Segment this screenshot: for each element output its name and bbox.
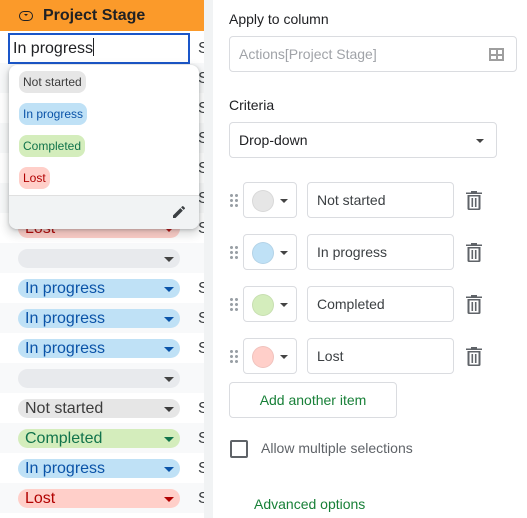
drag-handle-icon[interactable] <box>229 297 239 311</box>
chevron-down-icon <box>280 303 288 307</box>
item-value-input[interactable]: Completed <box>307 286 454 322</box>
sheet-row <box>0 243 204 273</box>
sheet-row: Not started S <box>0 393 204 423</box>
chevron-down-icon <box>164 407 174 412</box>
add-another-item-button[interactable]: Add another item <box>229 382 397 418</box>
apply-to-column-value: Actions[Project Stage] <box>239 46 377 62</box>
data-validation-panel: Apply to column Actions[Project Stage] C… <box>213 0 527 518</box>
chevron-down-icon <box>164 287 174 292</box>
chevron-down-icon <box>476 139 484 143</box>
dropdown-item-row: Not started <box>229 182 527 218</box>
trash-icon[interactable] <box>465 294 483 314</box>
color-swatch <box>252 346 274 368</box>
color-picker-button[interactable] <box>243 182 297 218</box>
apply-to-column-input[interactable]: Actions[Project Stage] <box>229 36 517 72</box>
criteria-select[interactable]: Drop-down <box>229 122 497 158</box>
chip-label: In progress <box>25 310 106 327</box>
chevron-down-icon <box>164 437 174 442</box>
advanced-options-link[interactable]: Advanced options <box>254 496 365 512</box>
dropdown-popup-footer <box>9 195 199 229</box>
dropdown-option[interactable]: Not started <box>19 71 86 93</box>
chevron-down-icon <box>164 467 174 472</box>
item-value-input[interactable]: In progress <box>307 234 454 270</box>
trash-icon[interactable] <box>465 242 483 262</box>
chip-label: Lost <box>25 490 56 507</box>
color-picker-button[interactable] <box>243 234 297 270</box>
chip-label: Not started <box>25 400 104 417</box>
criteria-label: Criteria <box>229 97 275 113</box>
grid-icon[interactable] <box>489 48 504 61</box>
color-picker-button[interactable] <box>243 286 297 322</box>
sheet-row: Completed S <box>0 423 204 453</box>
allow-multiple-checkbox[interactable] <box>230 440 248 458</box>
color-swatch <box>252 294 274 316</box>
sheet-row: In progress S <box>0 273 204 303</box>
sheet-row: In progress S <box>0 303 204 333</box>
dropdown-item-row: Lost <box>229 338 527 374</box>
chip-label: Completed <box>25 430 103 447</box>
pencil-icon[interactable] <box>171 204 187 220</box>
cell-editor-value: In progress <box>13 40 94 57</box>
dropdown-popup: Not started In progress Completed Lost <box>9 65 199 229</box>
dropdown-chip[interactable]: In progress <box>18 309 180 328</box>
dropdown-chip[interactable]: In progress <box>18 339 180 358</box>
chevron-down-icon <box>164 317 174 322</box>
chevron-down-icon <box>280 251 288 255</box>
color-swatch <box>252 242 274 264</box>
dropdown-chip-icon <box>19 10 33 21</box>
drag-handle-icon[interactable] <box>229 349 239 363</box>
chevron-down-icon <box>164 257 174 262</box>
dropdown-chip[interactable]: In progress <box>18 279 180 298</box>
chevron-down-icon <box>164 497 174 502</box>
sheet-row: In progress S <box>0 333 204 363</box>
dropdown-option[interactable]: Completed <box>19 135 86 157</box>
dropdown-chip[interactable]: In progress <box>18 459 180 478</box>
dropdown-chip[interactable]: Not started <box>18 399 180 418</box>
item-value-input[interactable]: Lost <box>307 338 454 374</box>
drag-handle-icon[interactable] <box>229 245 239 259</box>
drag-handle-icon[interactable] <box>229 193 239 207</box>
dropdown-chip[interactable]: Completed <box>18 429 180 448</box>
dropdown-option[interactable]: In progress <box>19 103 88 125</box>
chevron-down-icon <box>164 377 174 382</box>
sheet-row: In progress S <box>0 453 204 483</box>
color-swatch <box>252 190 274 212</box>
panel-divider <box>204 0 213 518</box>
chevron-down-icon <box>280 199 288 203</box>
dropdown-item-row: Completed <box>229 286 527 322</box>
chevron-down-icon <box>280 355 288 359</box>
chip-label: In progress <box>25 340 106 357</box>
dropdown-option[interactable]: Lost <box>19 167 50 189</box>
item-value-input[interactable]: Not started <box>307 182 454 218</box>
spreadsheet-area: Project Stage SSSSSSLostSIn progressSIn … <box>0 0 204 518</box>
chip-label: In progress <box>25 460 106 477</box>
dropdown-chip[interactable] <box>18 249 180 268</box>
trash-icon[interactable] <box>465 346 483 366</box>
criteria-value: Drop-down <box>239 132 308 148</box>
column-header-title: Project Stage <box>43 6 146 24</box>
cell-editor-input[interactable]: In progress <box>8 33 190 64</box>
column-header[interactable]: Project Stage <box>0 0 204 31</box>
allow-multiple-label: Allow multiple selections <box>261 440 413 456</box>
trash-icon[interactable] <box>465 190 483 210</box>
apply-to-column-label: Apply to column <box>229 11 329 27</box>
dropdown-chip[interactable]: Lost <box>18 489 180 508</box>
chip-label: In progress <box>25 280 106 297</box>
text-cursor <box>93 38 95 56</box>
dropdown-chip[interactable] <box>18 369 180 388</box>
sheet-row: LostS <box>0 483 204 513</box>
color-picker-button[interactable] <box>243 338 297 374</box>
dropdown-item-row: In progress <box>229 234 527 270</box>
sheet-row <box>0 363 204 393</box>
chevron-down-icon <box>164 347 174 352</box>
